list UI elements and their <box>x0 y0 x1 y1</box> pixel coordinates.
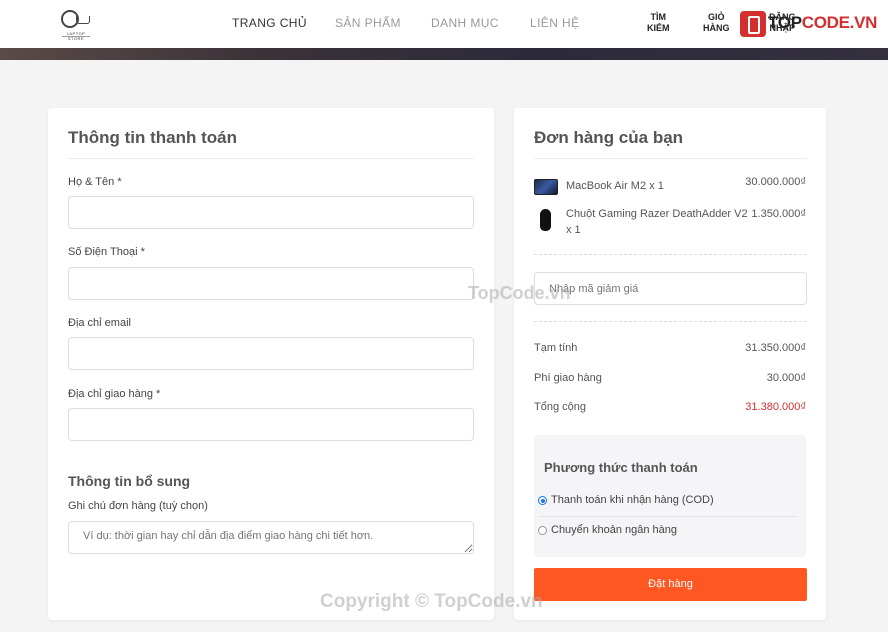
bank-transfer-label[interactable]: Chuyển khoản ngân hàng <box>551 524 677 536</box>
brand-badge-icon <box>740 11 766 37</box>
order-divider <box>534 158 807 159</box>
nav-categories[interactable]: DANH MỤC <box>431 16 499 30</box>
cod-label[interactable]: Thanh toán khi nhận hàng (COD) <box>551 494 714 506</box>
mouse-thumbnail-icon <box>540 209 551 231</box>
full-name-label: Họ & Tên * <box>68 176 122 188</box>
banner-image <box>0 48 888 60</box>
items-separator <box>534 254 807 255</box>
email-label: Địa chỉ email <box>68 317 131 329</box>
cart-line1: GIỎ <box>707 12 725 22</box>
cod-radio[interactable] <box>538 496 547 505</box>
full-name-input[interactable] <box>68 196 474 229</box>
billing-card: Thông tin thanh toán Họ & Tên * Số Điện … <box>48 108 494 620</box>
brand-prefix: TOP <box>768 13 802 32</box>
cart-logo-icon <box>76 16 90 24</box>
address-input[interactable] <box>68 408 474 441</box>
order-item-price: 1.350.000₫ <box>751 208 806 220</box>
cart-line2: HÀNG <box>703 23 730 33</box>
order-item-price: 30.000.000₫ <box>745 176 806 188</box>
search-line2: KIẾM <box>647 23 670 33</box>
coupon-input[interactable] <box>534 272 807 305</box>
email-input[interactable] <box>68 337 474 370</box>
total-label: Tổng cộng <box>534 401 586 413</box>
order-item-name: MacBook Air M2 x 1 <box>566 180 664 192</box>
brand-text: TOPCODE.VN <box>768 13 877 33</box>
shipping-label: Phí giao hàng <box>534 372 602 384</box>
search-line1: TÌM <box>650 12 667 22</box>
order-item-name: Chuột Gaming Razer DeathAdder V2 x 1 <box>566 208 748 236</box>
payment-divider <box>538 516 798 517</box>
laptop-thumbnail-icon <box>534 179 558 195</box>
bank-transfer-radio[interactable] <box>538 526 547 535</box>
nav-contact[interactable]: LIÊN HỆ <box>530 16 579 30</box>
logo-underline <box>62 36 90 37</box>
search-link[interactable]: TÌM KIẾM <box>647 12 670 34</box>
place-order-button[interactable]: Đặt hàng <box>534 568 807 601</box>
nav-products[interactable]: SẢN PHẨM <box>335 16 401 30</box>
order-note-label: Ghi chú đơn hàng (tuỳ chọn) <box>68 500 208 512</box>
total-value: 31.380.000₫ <box>745 401 806 413</box>
order-note-textarea[interactable] <box>68 521 474 554</box>
topcode-brand-logo: TOPCODE.VN <box>740 10 877 38</box>
extra-info-title: Thông tin bổ sung <box>68 473 191 489</box>
order-title: Đơn hàng của bạn <box>534 128 684 147</box>
billing-title: Thông tin thanh toán <box>68 128 238 147</box>
phone-label: Số Điện Thoại * <box>68 246 145 258</box>
coupon-separator <box>534 321 807 322</box>
phone-input[interactable] <box>68 267 474 300</box>
brand-suffix: CODE.VN <box>801 13 878 32</box>
cart-link[interactable]: GIỎ HÀNG <box>703 12 730 34</box>
subtotal-label: Tạm tính <box>534 342 578 354</box>
payment-method-title: Phương thức thanh toán <box>544 460 698 475</box>
shipping-value: 30.000₫ <box>766 372 806 384</box>
billing-divider <box>68 158 474 159</box>
site-header: LAPTOP STORE TRANG CHỦ SẢN PHẨM DANH MỤC… <box>0 0 888 48</box>
nav-home[interactable]: TRANG CHỦ <box>232 16 307 30</box>
subtotal-value: 31.350.000₫ <box>745 342 806 354</box>
store-logo[interactable]: LAPTOP STORE <box>58 8 94 41</box>
order-card: Đơn hàng của bạn MacBook Air M2 x 1 30.0… <box>514 108 826 620</box>
payment-method-box: Phương thức thanh toán Thanh toán khi nh… <box>534 435 806 557</box>
address-label: Địa chỉ giao hàng * <box>68 388 161 400</box>
